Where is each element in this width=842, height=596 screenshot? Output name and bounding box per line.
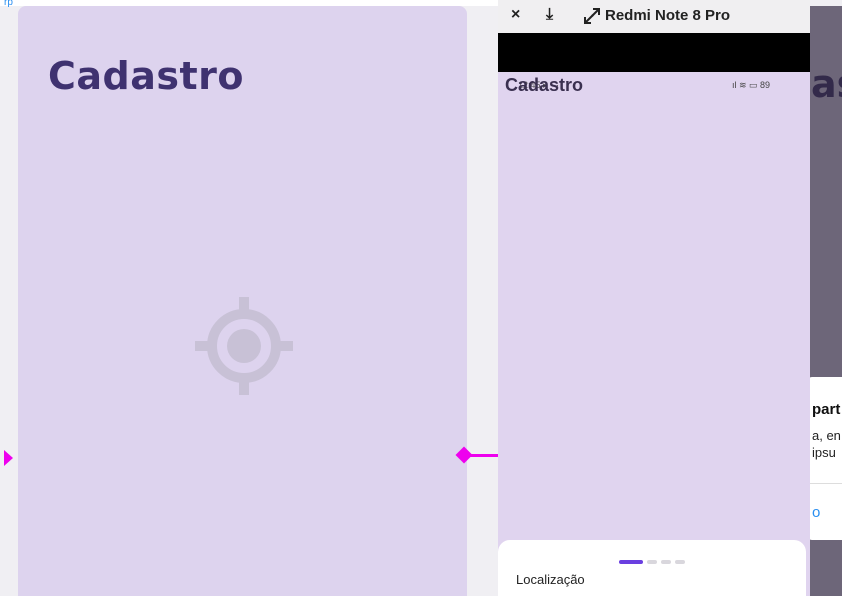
prototype-connector-start[interactable]: [4, 450, 13, 466]
device-toolbar: × ⤓ Redmi Note 8 Pro: [498, 0, 810, 33]
prototype-connector-line: [468, 454, 500, 457]
page-dot: [661, 560, 671, 564]
background-dialog-line: a, en: [812, 428, 841, 443]
background-frame-title: as: [811, 62, 842, 106]
screen-title: Cadastro: [505, 75, 584, 95]
phone-notch-area: [498, 33, 810, 72]
bottom-sheet-label: Localização: [516, 572, 585, 587]
design-frame-title: Cadastro: [48, 54, 245, 98]
background-dialog-heading: part: [812, 401, 841, 418]
device-preview-panel: × ⤓ Redmi Note 8 Pro 12:45 ▸ ··· ıl ≋ ▭ …: [498, 0, 810, 596]
expand-icon[interactable]: [582, 6, 602, 26]
phone-screen[interactable]: 12:45 ▸ ··· ıl ≋ ▭ 89 Cadastro Localizaç…: [498, 72, 810, 596]
background-dialog-card: part a, en ipsu o: [808, 377, 842, 540]
close-button[interactable]: ×: [511, 6, 520, 24]
download-button[interactable]: ⤓: [546, 6, 553, 24]
bottom-sheet[interactable]: Localização: [498, 540, 806, 596]
status-bar-right: ıl ≋ ▭ 89: [732, 80, 771, 90]
gps-target-icon: [195, 297, 293, 395]
background-dialog-divider: [808, 483, 842, 484]
background-dialog-button[interactable]: o: [812, 504, 820, 521]
page-dot: [647, 560, 657, 564]
page-dot: [675, 560, 685, 564]
background-dialog-line: ipsu: [812, 445, 836, 460]
design-frame[interactable]: Cadastro: [18, 6, 467, 596]
device-name: Redmi Note 8 Pro: [605, 7, 731, 24]
page-dot-active: [619, 560, 643, 564]
top-strip-text: rp: [4, 0, 13, 8]
